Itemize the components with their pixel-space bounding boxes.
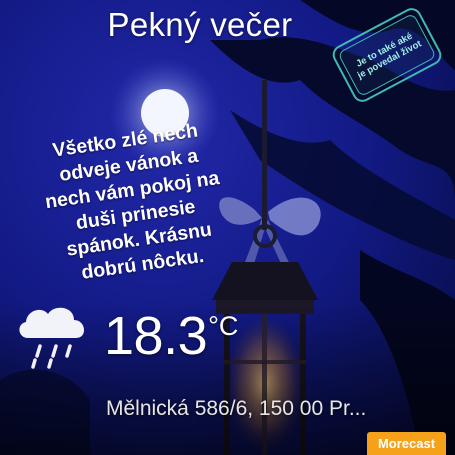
greeting-title: Pekný večer xyxy=(107,6,293,43)
temperature-readout: 18.3 °C xyxy=(104,306,238,376)
temperature-value: 18.3 xyxy=(104,306,208,366)
temperature-unit: °C xyxy=(208,311,239,341)
morecast-brand-button[interactable]: Morecast xyxy=(367,432,446,455)
widget-frame: Pekný večer Je to také aké je povedal ži… xyxy=(0,0,455,455)
rain-cloud-icon xyxy=(19,307,85,369)
location-address: Mělnická 586/6, 150 00 Pr... xyxy=(106,397,367,420)
